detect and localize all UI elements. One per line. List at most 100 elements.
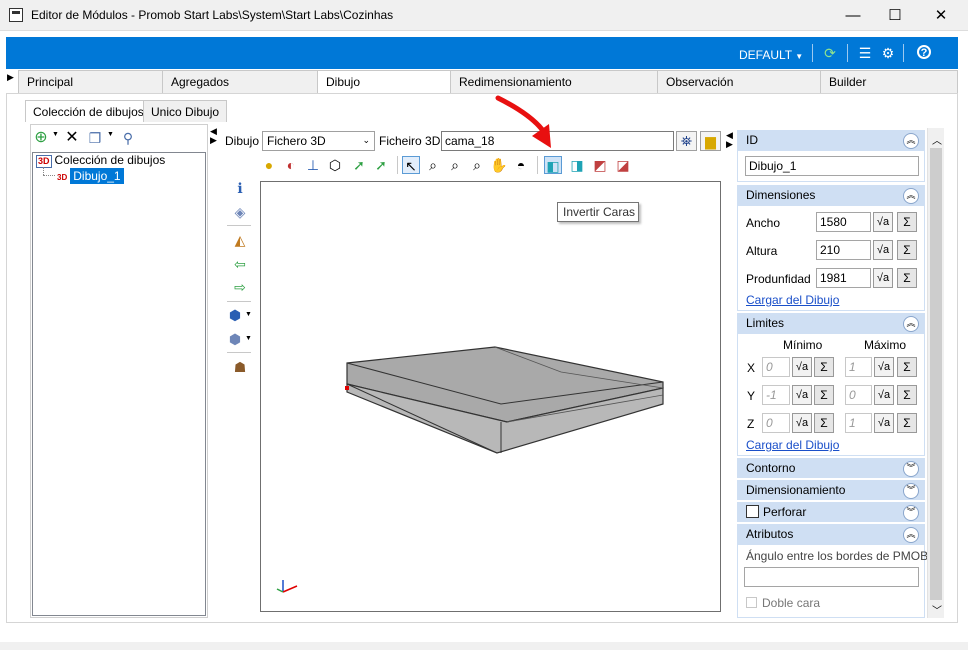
folder-icon[interactable]: ▆ xyxy=(700,131,721,151)
section-dimensiones-header[interactable]: Dimensiones ︽ xyxy=(737,185,925,205)
section-contorno-header[interactable]: Contorno ︾ xyxy=(737,458,925,478)
chevron-down-icon[interactable]: ▼ xyxy=(245,311,252,318)
y-max-input[interactable]: 0 xyxy=(845,385,872,405)
add-icon[interactable]: ⊕ xyxy=(32,129,50,147)
binoculars-icon[interactable]: ⛯ xyxy=(676,131,697,151)
chevron-down-icon[interactable]: ▼ xyxy=(245,335,252,342)
angulo-input[interactable] xyxy=(744,567,919,587)
expand-icon[interactable]: ︾ xyxy=(903,461,919,477)
tab-redimensionamiento[interactable]: Redimensionamiento xyxy=(450,70,658,93)
axis-icon[interactable]: ⊥ xyxy=(304,156,322,174)
expand-icon[interactable]: ︾ xyxy=(903,505,919,521)
perforar-checkbox[interactable] xyxy=(746,505,759,518)
tab-coleccion-de-dibujos[interactable]: Colección de dibujos xyxy=(25,100,152,122)
cube-faces-icon[interactable]: ◨ xyxy=(568,156,586,174)
expand-icon[interactable]: ︾ xyxy=(903,483,919,499)
formula-button[interactable]: √a xyxy=(874,385,894,405)
3d-viewport[interactable] xyxy=(260,181,721,612)
collapse-arrow-icon[interactable]: ▶ xyxy=(726,139,733,150)
minimize-button[interactable]: — xyxy=(830,0,876,31)
cube-move-icon[interactable]: ◭ xyxy=(231,231,249,249)
formula-button[interactable]: √a xyxy=(874,413,894,433)
section-id-header[interactable]: ID ︽ xyxy=(737,130,925,150)
zoom-out-icon[interactable]: ⌕ xyxy=(446,156,464,174)
tree-root-item[interactable]: 3D Colección de dibujos xyxy=(36,153,165,168)
sum-button[interactable]: Σ xyxy=(897,413,917,433)
collapse-icon[interactable]: ︽ xyxy=(903,316,919,332)
collapse-icon[interactable]: ︽ xyxy=(903,527,919,543)
scroll-down-icon[interactable]: ﹀ xyxy=(932,602,942,617)
collapse-icon[interactable]: ︽ xyxy=(903,188,919,204)
section-atributos-header[interactable]: Atributos ︽ xyxy=(737,524,925,544)
cargar-del-dibujo-link[interactable]: Cargar del Dibujo xyxy=(746,438,839,452)
select-cursor-icon[interactable]: ↖ xyxy=(402,156,420,174)
tree-child-item[interactable]: 3D Dibujo_1 xyxy=(57,168,124,184)
section-perforar-header[interactable]: Perforar ︾ xyxy=(737,502,925,522)
section-dimensionamiento-header[interactable]: Dimensionamiento ︾ xyxy=(737,480,925,500)
formula-button[interactable]: √a xyxy=(792,413,812,433)
chevron-down-icon[interactable]: ▼ xyxy=(52,131,59,138)
collapse-arrow-icon[interactable]: ▶ xyxy=(210,135,217,146)
sum-button[interactable]: Σ xyxy=(897,240,917,260)
help-icon[interactable]: ? xyxy=(917,45,931,59)
invert-faces-icon[interactable]: ◧ xyxy=(544,156,562,174)
dibujo-type-select[interactable]: Fichero 3D ⌄ xyxy=(262,131,375,151)
z-max-input[interactable]: 1 xyxy=(845,413,872,433)
layers-icon[interactable]: ◈ xyxy=(231,203,249,221)
tab-builder[interactable]: Builder xyxy=(820,70,958,93)
list-icon[interactable]: ☰ xyxy=(857,45,873,61)
cube-split-icon[interactable]: ◪ xyxy=(614,156,632,174)
ancho-input[interactable]: 1580 xyxy=(816,212,871,232)
delete-icon[interactable]: ✕ xyxy=(63,129,81,147)
tab-unico-dibujo[interactable]: Unico Dibujo xyxy=(143,100,228,122)
section-limites-header[interactable]: Limites ︽ xyxy=(737,313,925,333)
formula-button[interactable]: √a xyxy=(874,357,894,377)
box-icon[interactable]: ⬡ xyxy=(326,156,344,174)
sum-button[interactable]: Σ xyxy=(814,385,834,405)
sum-button[interactable]: Σ xyxy=(897,385,917,405)
zoom-window-icon[interactable]: ⌕ xyxy=(424,156,442,174)
x-max-input[interactable]: 1 xyxy=(845,357,872,377)
formula-button[interactable]: √a xyxy=(873,240,893,260)
view-cube-alt-icon[interactable]: ⬢ xyxy=(226,330,244,348)
profundidad-input[interactable]: 1981 xyxy=(816,268,871,288)
maximize-button[interactable]: ☐ xyxy=(872,0,918,31)
cargar-del-dibujo-link[interactable]: Cargar del Dibujo xyxy=(746,293,839,307)
formula-button[interactable]: √a xyxy=(873,268,893,288)
export-dxf-icon[interactable]: ➚ xyxy=(350,156,368,174)
arrow-right-icon[interactable]: ⇨ xyxy=(231,278,249,296)
sum-button[interactable]: Σ xyxy=(814,357,834,377)
formula-button[interactable]: √a xyxy=(792,385,812,405)
formula-button[interactable]: √a xyxy=(873,212,893,232)
formula-button[interactable]: √a xyxy=(792,357,812,377)
sphere-icon[interactable]: ◐ xyxy=(282,156,300,174)
sum-button[interactable]: Σ xyxy=(897,268,917,288)
view-cube-icon[interactable]: ⬢ xyxy=(226,306,244,324)
chevron-down-icon[interactable]: ▼ xyxy=(107,131,114,138)
tab-observacion[interactable]: Observación xyxy=(657,70,821,93)
light-icon[interactable]: ● xyxy=(260,156,278,174)
hierarchy-icon[interactable]: ⚲ xyxy=(119,129,137,147)
arrow-left-icon[interactable]: ⇦ xyxy=(231,255,249,273)
properties-scrollbar[interactable]: ︿ ﹀ xyxy=(927,128,944,618)
altura-input[interactable]: 210 xyxy=(816,240,871,260)
z-min-input[interactable]: 0 xyxy=(762,413,790,433)
info-icon[interactable]: ℹ xyxy=(231,179,249,197)
gear-icon[interactable]: ⚙ xyxy=(880,45,896,61)
cube-red-icon[interactable]: ◩ xyxy=(591,156,609,174)
scroll-up-icon[interactable]: ︿ xyxy=(932,132,942,147)
profile-dropdown[interactable]: DEFAULT ▼ xyxy=(739,48,803,62)
copy-icon[interactable]: ❐ xyxy=(86,129,104,147)
scroll-thumb[interactable] xyxy=(930,148,942,600)
sum-button[interactable]: Σ xyxy=(897,212,917,232)
doble-cara-checkbox[interactable] xyxy=(746,597,757,608)
refresh-icon[interactable]: ⟳ xyxy=(822,45,838,61)
zoom-in-icon[interactable]: ⌕ xyxy=(468,156,486,174)
orbit-icon[interactable]: ◓ xyxy=(512,156,530,174)
collapse-icon[interactable]: ︽ xyxy=(903,133,919,149)
tab-dibujo[interactable]: Dibujo xyxy=(317,70,451,94)
sum-button[interactable]: Σ xyxy=(897,357,917,377)
export-mob-icon[interactable]: ➚ xyxy=(372,156,390,174)
tab-agregados[interactable]: Agregados xyxy=(162,70,318,93)
y-min-input[interactable]: -1 xyxy=(762,385,790,405)
